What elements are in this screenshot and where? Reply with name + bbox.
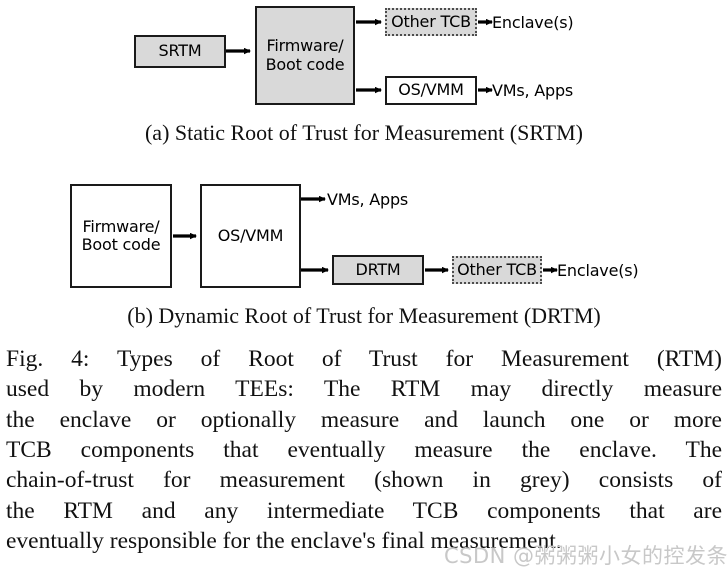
subcaption-b: (b) Dynamic Root of Trust for Measuremen…: [127, 303, 601, 328]
caption-line-3: the enclave or optionally measure and la…: [6, 406, 722, 433]
diagram-drtm: Firmware/ Boot code OS/VMM DRTM Other TC…: [0, 170, 728, 295]
label-vms-apps-b: VMs, Apps: [327, 190, 409, 209]
node-other-tcb-b[interactable]: Other TCB: [452, 256, 542, 284]
node-firmware-boot-code-a-label-line1: Firmware/: [266, 36, 344, 56]
node-firmware-boot-code-b-label-line1: Firmware/: [82, 216, 160, 236]
caption-line-2: used by modern TEEs: The RTM may directl…: [6, 376, 722, 403]
node-os-vmm-b-label: OS/VMM: [217, 225, 284, 245]
subcaption-a: (a) Static Root of Trust for Measurement…: [144, 120, 584, 145]
figure-caption: Fig. 4: Types of Root of Trust for Measu…: [6, 344, 722, 556]
figure-root-of-trust: SRTM Firmware/ Boot code Other TCB OS/VM…: [0, 0, 728, 568]
caption-line-4: TCB components that eventually measure t…: [6, 436, 722, 463]
node-srtm-label: SRTM: [158, 41, 202, 61]
diagram-srtm-arrows: [226, 18, 493, 94]
node-firmware-boot-code-a-label-line2: Boot code: [265, 54, 345, 74]
node-os-vmm-b[interactable]: OS/VMM: [200, 184, 301, 288]
node-other-tcb-a-label: Other TCB: [391, 11, 471, 31]
node-drtm-label: DRTM: [355, 259, 401, 279]
diagram-srtm: SRTM Firmware/ Boot code Other TCB OS/VM…: [0, 0, 728, 115]
node-drtm[interactable]: DRTM: [332, 255, 424, 285]
node-srtm[interactable]: SRTM: [134, 35, 226, 68]
node-firmware-boot-code-b-label-line2: Boot code: [81, 235, 161, 254]
caption-line-6: the RTM and any intermediate TCB compone…: [6, 497, 722, 524]
caption-line-5: chain-of-trust for measurement (shown in…: [6, 467, 722, 494]
caption-line-7: eventually responsible for the enclave's…: [6, 527, 562, 554]
node-firmware-boot-code-a[interactable]: Firmware/ Boot code: [255, 6, 355, 105]
label-enclaves-a: Enclave(s): [492, 13, 574, 32]
label-vms-apps-a: VMs, Apps: [492, 81, 574, 100]
node-os-vmm-a[interactable]: OS/VMM: [385, 76, 477, 105]
node-other-tcb-a[interactable]: Other TCB: [385, 8, 477, 36]
caption-line-1: Fig. 4: Types of Root of Trust for Measu…: [6, 346, 722, 372]
node-other-tcb-b-label: Other TCB: [457, 259, 537, 279]
label-enclaves-b: Enclave(s): [557, 261, 639, 280]
node-firmware-boot-code-b[interactable]: Firmware/ Boot code: [70, 184, 172, 288]
node-os-vmm-a-label: OS/VMM: [398, 80, 464, 100]
